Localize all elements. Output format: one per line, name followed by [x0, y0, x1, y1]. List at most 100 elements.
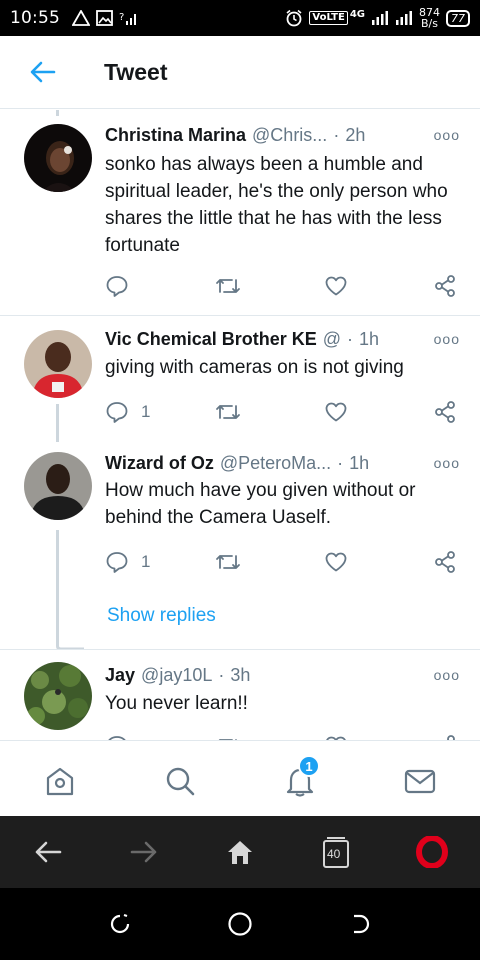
tweet-text: sonko has always been a humble and spiri… — [105, 154, 448, 256]
user-handle[interactable]: @PeteroMa... — [220, 453, 331, 474]
retweet-button[interactable] — [215, 550, 241, 574]
tweet-item[interactable]: Christina Marina @Chris... · 2h ooo sonk… — [0, 110, 480, 315]
signal-question-icon: ? — [119, 12, 136, 25]
signal-icon-2 — [396, 11, 412, 25]
user-handle[interactable]: @Chris... — [252, 125, 327, 146]
svg-text:?: ? — [119, 12, 124, 23]
share-button[interactable] — [433, 274, 457, 298]
reply-button[interactable] — [105, 274, 141, 298]
bottom-tab-bar: 1 — [0, 740, 480, 816]
avatar[interactable] — [24, 330, 92, 398]
user-handle[interactable]: @jay10L — [141, 665, 212, 686]
browser-forward-button[interactable] — [126, 834, 162, 870]
alarm-icon — [286, 9, 302, 27]
system-back-button[interactable] — [346, 910, 374, 938]
browser-tabs-button[interactable]: 40 — [318, 834, 354, 870]
tweet-meta: Jay @jay10L · 3h ooo — [105, 664, 460, 686]
more-options-icon[interactable]: ooo — [434, 455, 460, 471]
avatar[interactable] — [24, 452, 92, 520]
retweet-icon — [216, 405, 240, 419]
retweet-button[interactable] — [215, 274, 241, 298]
network-gen: 4G — [349, 8, 365, 20]
opera-menu-button[interactable] — [414, 834, 450, 870]
notification-badge: 1 — [298, 755, 320, 777]
reply-icon — [106, 552, 128, 573]
status-time: 10:55 — [10, 8, 60, 28]
mail-icon — [404, 769, 436, 794]
tweet-item[interactable]: Wizard of Oz @PeteroMa... · 1h ooo How m… — [0, 440, 480, 650]
display-name[interactable]: Wizard of Oz — [105, 453, 214, 474]
opera-logo-icon — [416, 836, 448, 868]
like-button[interactable] — [324, 400, 348, 424]
network-speed: 874 B/s — [419, 6, 440, 30]
heart-icon — [325, 552, 347, 572]
share-icon — [435, 401, 455, 423]
tweet-meta: Christina Marina @Chris... · 2h ooo — [105, 124, 460, 146]
app-header: Tweet — [0, 36, 480, 109]
share-icon — [435, 551, 455, 573]
tweet-actions — [105, 274, 460, 302]
share-button[interactable] — [433, 400, 457, 424]
more-options-icon[interactable]: ooo — [434, 667, 460, 683]
display-name[interactable]: Vic Chemical Brother KE — [105, 329, 317, 350]
reply-button[interactable]: 1 — [105, 550, 150, 574]
thread-connector — [56, 530, 84, 650]
retweet-icon — [216, 555, 240, 569]
tweet-feed[interactable]: Christina Marina @Chris... · 2h ooo sonk… — [0, 110, 480, 740]
more-options-icon[interactable]: ooo — [434, 331, 460, 347]
share-button[interactable] — [433, 550, 457, 574]
reply-button[interactable]: 1 — [105, 400, 150, 424]
browser-back-button[interactable] — [30, 834, 66, 870]
back-button[interactable] — [17, 46, 69, 98]
display-name[interactable]: Christina Marina — [105, 125, 246, 146]
volte-badge: VoLTE — [309, 11, 348, 25]
tweet-text: giving with cameras on is not giving — [105, 357, 404, 378]
like-button[interactable] — [324, 550, 348, 574]
reply-count: 1 — [141, 402, 151, 421]
reply-icon — [106, 276, 128, 297]
display-name[interactable]: Jay — [105, 665, 135, 686]
tweet-item[interactable]: Jay @jay10L · 3h ooo You never learn!! — [0, 650, 480, 740]
home-icon — [46, 767, 74, 796]
avatar[interactable] — [24, 124, 92, 192]
avatar-image — [24, 662, 92, 730]
home-icon — [228, 841, 252, 864]
browser-toolbar: 40 — [0, 816, 480, 888]
thread-connector — [56, 404, 59, 442]
tweet-item[interactable]: Vic Chemical Brother KE @ · 1h ooo givin… — [0, 316, 480, 440]
heart-icon — [325, 402, 347, 422]
avatar-image — [24, 330, 92, 398]
avatar-image — [24, 452, 92, 520]
tweet-meta: Wizard of Oz @PeteroMa... · 1h ooo — [105, 452, 460, 474]
like-button[interactable] — [324, 274, 348, 298]
tab-messages[interactable] — [400, 761, 440, 801]
share-icon — [435, 275, 455, 297]
reply-icon — [106, 402, 128, 423]
recent-apps-button[interactable] — [106, 910, 134, 938]
system-home-button[interactable] — [226, 910, 254, 938]
user-handle[interactable]: @ — [323, 329, 341, 350]
tweet-text: How much have you given without or behin… — [105, 480, 416, 528]
more-options-icon[interactable]: ooo — [434, 127, 460, 143]
tweet-time: 3h — [230, 664, 251, 685]
tweet-actions: 1 — [105, 550, 460, 578]
show-replies-link[interactable]: Show replies — [107, 605, 216, 627]
circle-home-icon — [228, 912, 252, 936]
tab-search[interactable] — [160, 761, 200, 801]
tweet-meta: Vic Chemical Brother KE @ · 1h ooo — [105, 328, 460, 350]
warning-icon — [72, 10, 90, 26]
tab-count: 40 — [327, 847, 341, 861]
browser-home-button[interactable] — [222, 834, 258, 870]
tab-home[interactable] — [40, 761, 80, 801]
tweet-time: 2h — [345, 124, 366, 145]
system-nav-bar — [0, 888, 480, 960]
heart-icon — [325, 276, 347, 296]
tab-notifications[interactable]: 1 — [280, 755, 320, 801]
back-gesture-icon — [354, 914, 370, 934]
tweet-text: You never learn!! — [105, 693, 248, 714]
avatar[interactable] — [24, 662, 92, 730]
gallery-icon — [96, 10, 113, 26]
recent-apps-icon — [110, 913, 130, 934]
tweet-time: 1h — [359, 328, 380, 349]
retweet-button[interactable] — [215, 400, 241, 424]
